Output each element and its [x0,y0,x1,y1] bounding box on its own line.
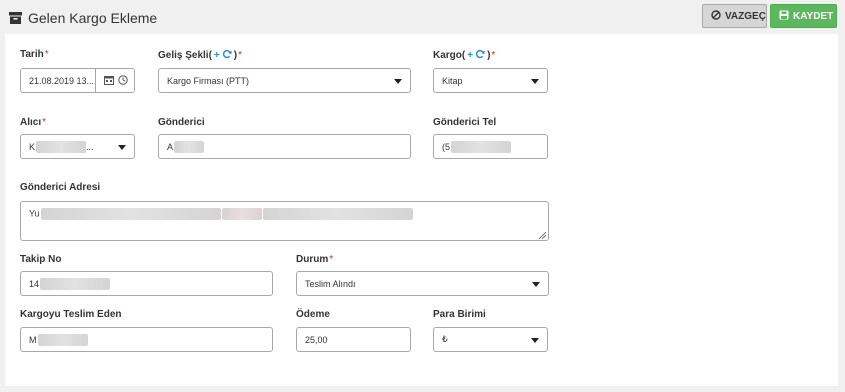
tarih-label-text: Tarih [20,49,44,60]
gonderici-tel-input[interactable]: (5 [433,134,548,159]
redacted-text [174,140,205,153]
gonderici-adresi-label: Gönderici Adresi [20,182,100,193]
kargo-label-text: Kargo( [433,50,466,61]
required-mark: * [329,254,334,265]
odeme-input[interactable]: 25,00 [296,327,411,352]
required-mark: * [44,49,49,60]
gonderici-tel-label-text: Gönderici Tel [433,117,497,128]
para-birimi-value: ₺ [442,334,448,344]
chevron-down-icon [394,79,402,84]
redacted-text [451,140,512,153]
kargoyu-teslim-eden-label-text: Kargoyu Teslim Eden [20,309,122,320]
para-birimi-label: Para Birimi [433,309,486,320]
refresh-icon[interactable] [475,49,485,62]
durum-label-text: Durum [296,254,329,265]
tarih-label: Tarih * [20,49,49,60]
tarih-value: 21.08.2019 13.... [29,75,97,86]
durum-select[interactable]: Teslim Alındı [296,271,549,296]
page-title: Gelen Kargo Ekleme [9,10,157,26]
alici-label-text: Alıcı [20,117,42,128]
gonderici-tel-value: (5 [442,141,451,152]
gelis-sekli-label-text: Geliş Şekli( [158,50,212,61]
form-panel: Tarih * 21.08.2019 13.... Geliş Şekli( + … [5,34,838,386]
page-header: Gelen Kargo Ekleme VAZGEÇ KAYDET [0,0,845,36]
redacted-text [37,333,88,346]
redacted-text [40,208,221,220]
tarih-input[interactable]: 21.08.2019 13.... [20,68,135,93]
redacted-text [221,208,262,220]
chevron-down-icon [118,145,126,150]
gonderici-label: Gönderici [158,117,205,128]
resize-handle-icon[interactable] [538,231,547,240]
kargoyu-teslim-eden-label: Kargoyu Teslim Eden [20,309,122,320]
gonderici-tel-label: Gönderici Tel [433,117,496,128]
ban-icon [711,9,721,23]
alici-value-ellipsis: ... [86,141,94,152]
alici-select[interactable]: K ... [20,134,135,159]
gonderici-adresi-value: Yu [29,208,40,219]
odeme-label-text: Ödeme [296,309,330,320]
chevron-down-icon [531,338,539,343]
takip-no-input[interactable]: 14 [20,271,273,296]
para-birimi-select[interactable]: ₺ [433,327,548,352]
date-icons [104,69,134,92]
kargo-label: Kargo( + ) * [433,49,495,62]
required-mark: * [491,50,496,61]
odeme-label: Ödeme [296,309,330,320]
kargo-select[interactable]: Kitap [433,68,548,93]
clock-icon[interactable] [118,74,128,87]
takip-no-value: 14 [29,278,40,289]
gonderici-adresi-label-text: Gönderici Adresi [20,182,101,193]
gonderici-label-text: Gönderici [158,117,205,128]
alici-value: K [29,141,36,152]
gelis-sekli-select[interactable]: Kargo Firması (PTT) [158,68,411,93]
kargoyu-teslim-eden-value: M [29,334,37,345]
durum-value: Teslim Alındı [305,278,356,289]
gonderici-adresi-textarea[interactable]: Yu [20,201,549,241]
plus-icon[interactable]: + [467,50,473,61]
gonderici-input[interactable]: A [158,134,411,159]
calendar-icon[interactable] [104,75,114,87]
kargoyu-teslim-eden-input[interactable]: M [20,327,273,352]
gelis-sekli-value: Kargo Firması (PTT) [167,75,250,86]
takip-no-label-text: Takip No [20,254,62,265]
floppy-icon [779,10,789,23]
gonderici-value: A [167,141,174,152]
date-divider [95,69,96,92]
redacted-text [262,208,413,220]
cancel-button[interactable]: VAZGEÇ [702,4,767,28]
save-button-label: KAYDET [793,10,834,22]
para-birimi-label-text: Para Birimi [433,309,486,320]
save-button[interactable]: KAYDET [770,4,837,28]
redacted-text [36,140,87,153]
redacted-text [40,277,111,290]
plus-icon[interactable]: + [214,50,220,61]
chevron-down-icon [531,79,539,84]
refresh-icon[interactable] [222,49,232,62]
durum-label: Durum * [296,254,333,265]
odeme-value: 25,00 [305,334,328,345]
required-mark: * [42,117,47,128]
kargo-value: Kitap [442,75,463,86]
page-title-text: Gelen Kargo Ekleme [28,10,158,26]
takip-no-label: Takip No [20,254,61,265]
gelis-sekli-label-end: ) [233,50,238,61]
gelis-sekli-label: Geliş Şekli( + ) * [158,49,242,62]
cancel-button-label: VAZGEÇ [725,10,766,22]
chevron-down-icon [532,282,540,287]
alici-label: Alıcı * [20,117,46,128]
required-mark: * [238,50,243,61]
kargo-label-end: ) [487,50,491,61]
archive-icon [9,12,22,24]
